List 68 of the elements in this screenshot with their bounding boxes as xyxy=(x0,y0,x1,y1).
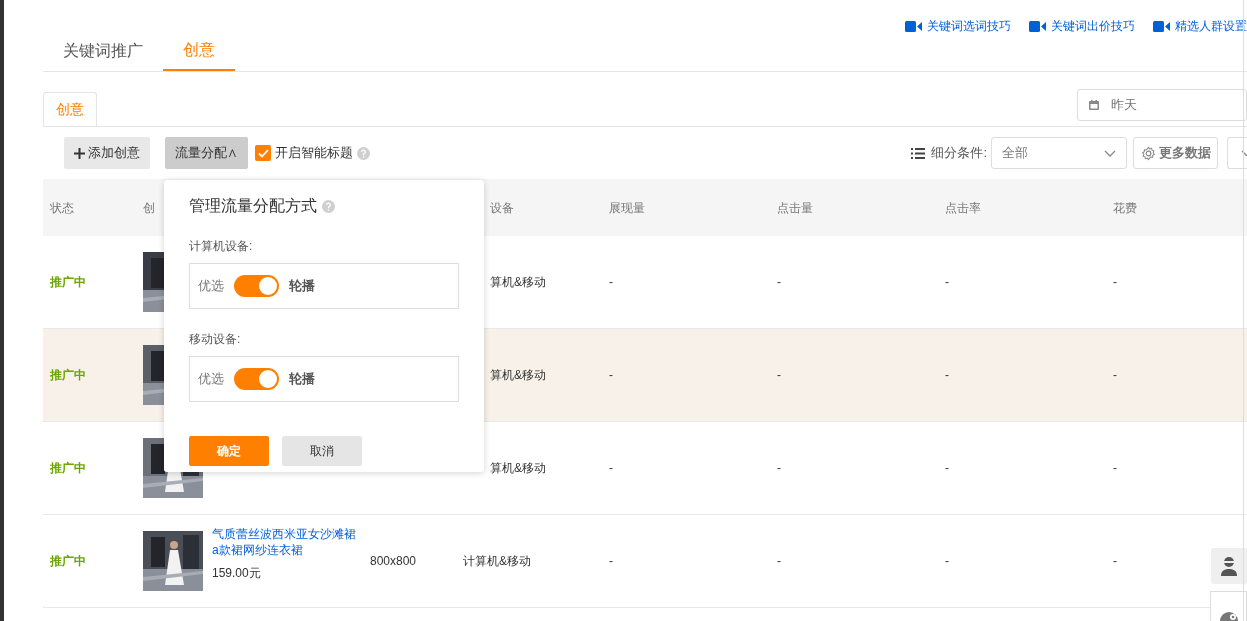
metric-cell: - xyxy=(777,461,781,475)
toggle-left-label: 优选 xyxy=(198,277,224,296)
video-camera-icon xyxy=(1029,20,1046,32)
more-data-button[interactable]: 更多数据 xyxy=(1133,137,1218,169)
video-camera-icon xyxy=(1153,20,1170,32)
filter-label: 细分条件: xyxy=(931,144,987,163)
device-text: 算机&移动 xyxy=(490,368,546,382)
toggle-left-label: 优选 xyxy=(198,370,224,389)
metric-cell: - xyxy=(945,554,949,568)
metric-cell: - xyxy=(1113,368,1117,382)
metric-cell: - xyxy=(945,275,949,289)
help-icon[interactable] xyxy=(322,199,335,213)
plus-icon xyxy=(74,147,85,159)
video-tip-link[interactable]: 关键词选词技巧 xyxy=(905,17,1011,35)
device-label: 移动设备: xyxy=(189,331,242,348)
date-field[interactable]: 昨天 xyxy=(1077,89,1247,121)
traffic-allocation-button[interactable]: 流量分配∧ xyxy=(165,137,248,169)
cancel-button[interactable]: 取消 xyxy=(282,436,362,466)
device-text: 算机&移动 xyxy=(490,275,546,289)
video-tip-link[interactable]: 关键词出价技巧 xyxy=(1029,17,1135,35)
metric-cell: - xyxy=(777,368,781,382)
status-text: 推广中 xyxy=(50,275,86,289)
metric-cell: - xyxy=(945,461,949,475)
metric-cell: - xyxy=(609,554,613,568)
metric-cell: - xyxy=(777,275,781,289)
column-header: 点击率 xyxy=(945,200,981,215)
price-text: 159.00元 xyxy=(212,565,262,582)
column-header: 点击量 xyxy=(777,200,813,215)
tab[interactable]: 关键词推广 xyxy=(63,31,163,71)
column-header: 设备 xyxy=(490,200,514,215)
settings-icon xyxy=(1140,145,1156,161)
size-text: 800x800 xyxy=(370,554,417,568)
check-icon xyxy=(257,148,269,158)
status-text: 推广中 xyxy=(50,368,86,382)
column-header: 状态 xyxy=(50,200,74,215)
metric-cell: - xyxy=(1113,275,1117,289)
metric-cell: - xyxy=(1113,554,1117,568)
metric-cell: - xyxy=(777,554,781,568)
status-text: 推广中 xyxy=(50,461,86,475)
metric-cell: - xyxy=(609,461,613,475)
popup-title: 管理流量分配方式 xyxy=(189,196,317,216)
person-icon xyxy=(1220,556,1238,576)
metric-cell: - xyxy=(1113,461,1117,475)
metric-cell: - xyxy=(609,275,613,289)
add-creative-button[interactable]: 添加创意 xyxy=(64,137,150,169)
toggle-right-label: 轮播 xyxy=(289,277,315,296)
smart-title-checkbox[interactable]: 开启智能标题 xyxy=(255,143,353,163)
device-label: 计算机设备: xyxy=(189,238,254,255)
metric-cell: - xyxy=(609,368,613,382)
status-text: 推广中 xyxy=(50,554,86,568)
filter-select[interactable]: 全部 xyxy=(991,137,1127,169)
customer-service-button[interactable] xyxy=(1211,548,1247,584)
video-camera-icon xyxy=(905,20,922,32)
toggle-right-label: 轮播 xyxy=(289,370,315,389)
device-text: 算机&移动 xyxy=(490,461,546,475)
feedback-button[interactable] xyxy=(1210,591,1247,621)
column-header: 花费 xyxy=(1113,200,1137,215)
column-header: 展现量 xyxy=(609,200,645,215)
device-text: 计算机&移动 xyxy=(463,554,531,568)
list-icon xyxy=(911,147,926,159)
metric-cell: - xyxy=(945,368,949,382)
toggle-switch[interactable] xyxy=(234,368,279,390)
calendar-icon xyxy=(1089,100,1099,110)
product-title-link[interactable]: 气质蕾丝波西米亚女沙滩裙a款裙网纱连衣裙 xyxy=(212,526,360,558)
toggle-switch[interactable] xyxy=(234,275,279,297)
help-icon[interactable] xyxy=(357,147,370,161)
checkbox[interactable] xyxy=(255,145,271,161)
column-header: 创 xyxy=(143,200,155,215)
